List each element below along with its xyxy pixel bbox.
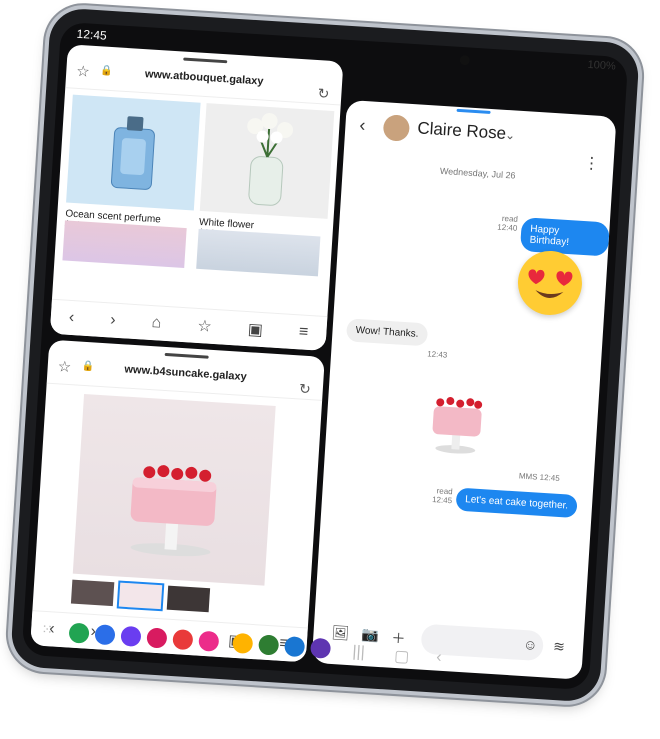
message-time: 12:45 [539, 472, 560, 483]
message-meta: read 12:40 [489, 213, 518, 233]
reload-icon[interactable]: ↻ [299, 380, 312, 398]
message-bubble[interactable]: Wow! Thanks. [345, 318, 429, 347]
back-icon[interactable]: ‹ [359, 115, 366, 136]
product-card[interactable]: White flower $36 [198, 103, 335, 247]
mms-label: MMS [518, 471, 538, 482]
menu-icon[interactable]: ≡ [298, 323, 308, 342]
bookmark-icon[interactable]: ☆ [197, 316, 213, 337]
thumbnail[interactable] [166, 585, 211, 613]
window-handle[interactable] [456, 108, 491, 114]
url-text[interactable]: www.atbouquet.galaxy [66, 63, 342, 92]
back-icon[interactable]: ‹ [68, 309, 74, 327]
product-tile-partial[interactable] [196, 228, 321, 277]
files-app-icon[interactable] [232, 632, 254, 655]
settings-app-icon[interactable] [284, 636, 306, 658]
image-thumbnails [70, 579, 264, 616]
message-time: 12:43 [426, 349, 448, 360]
url-bar-bottom[interactable]: ☆ 🔒 www.b4suncake.galaxy ↻ [46, 348, 325, 401]
recents-icon[interactable]: ||| [352, 643, 366, 662]
browser-window-top: ☆ 🔒 www.atbouquet.galaxy ↻ Ocean scent p… [49, 44, 344, 352]
thumbnail-selected[interactable] [116, 580, 165, 612]
home-nav-icon[interactable]: ▢ [394, 646, 410, 667]
clock-app-icon[interactable] [309, 637, 332, 659]
calculator-app-icon[interactable] [258, 634, 280, 656]
message-meta: read 12:45 [426, 486, 453, 506]
more-icon[interactable]: ⋮ [583, 153, 600, 174]
messages-app-icon[interactable] [94, 624, 116, 646]
gallery-app-icon[interactable] [198, 630, 220, 652]
perfume-image [66, 94, 201, 211]
product-card[interactable]: Ocean scent perfume $42 [64, 94, 201, 239]
message-time: 12:45 [431, 495, 453, 506]
flag-app-icon[interactable] [146, 627, 168, 649]
message-meta: MMS 12:45 [500, 470, 560, 483]
status-time: 12:45 [76, 26, 108, 43]
reload-icon[interactable]: ↻ [317, 85, 330, 103]
forward-icon[interactable]: › [110, 311, 116, 329]
internet-app-icon[interactable] [120, 625, 142, 647]
chevron-down-icon[interactable]: ⌄ [505, 128, 516, 143]
avatar[interactable] [382, 114, 411, 142]
message-bubble[interactable]: Let's eat cake together. [455, 487, 578, 519]
cake-image-message[interactable] [417, 375, 498, 460]
messages-window: ‹ Claire Rose ⌄ ⋮ Wednesday, Jul 26 read… [311, 99, 617, 680]
product-tile-partial[interactable] [62, 220, 187, 268]
message-time: 12:40 [497, 222, 518, 233]
foldable-phone: 12:45 100% ☆ 🔒 www.atbouquet.galaxy ↻ Oc… [9, 7, 641, 703]
home-icon[interactable]: ⌂ [151, 314, 162, 333]
tabs-icon[interactable]: ▣ [247, 319, 263, 340]
status-battery: 100% [587, 58, 617, 73]
contact-name[interactable]: Claire Rose [417, 118, 507, 144]
flower-image [199, 103, 335, 219]
back-nav-icon[interactable]: ‹ [436, 649, 442, 667]
thumbnail[interactable] [70, 579, 115, 607]
apps-grid-icon[interactable]: ⁙ [41, 621, 54, 639]
url-text[interactable]: www.b4suncake.galaxy [47, 359, 323, 388]
phone-screen: 12:45 100% ☆ 🔒 www.atbouquet.galaxy ↻ Oc… [21, 21, 629, 691]
phone-app-icon[interactable] [68, 622, 90, 644]
heart-eyes-emoji [516, 249, 584, 317]
cake-image [72, 393, 276, 586]
camera-app-icon[interactable] [172, 629, 194, 651]
